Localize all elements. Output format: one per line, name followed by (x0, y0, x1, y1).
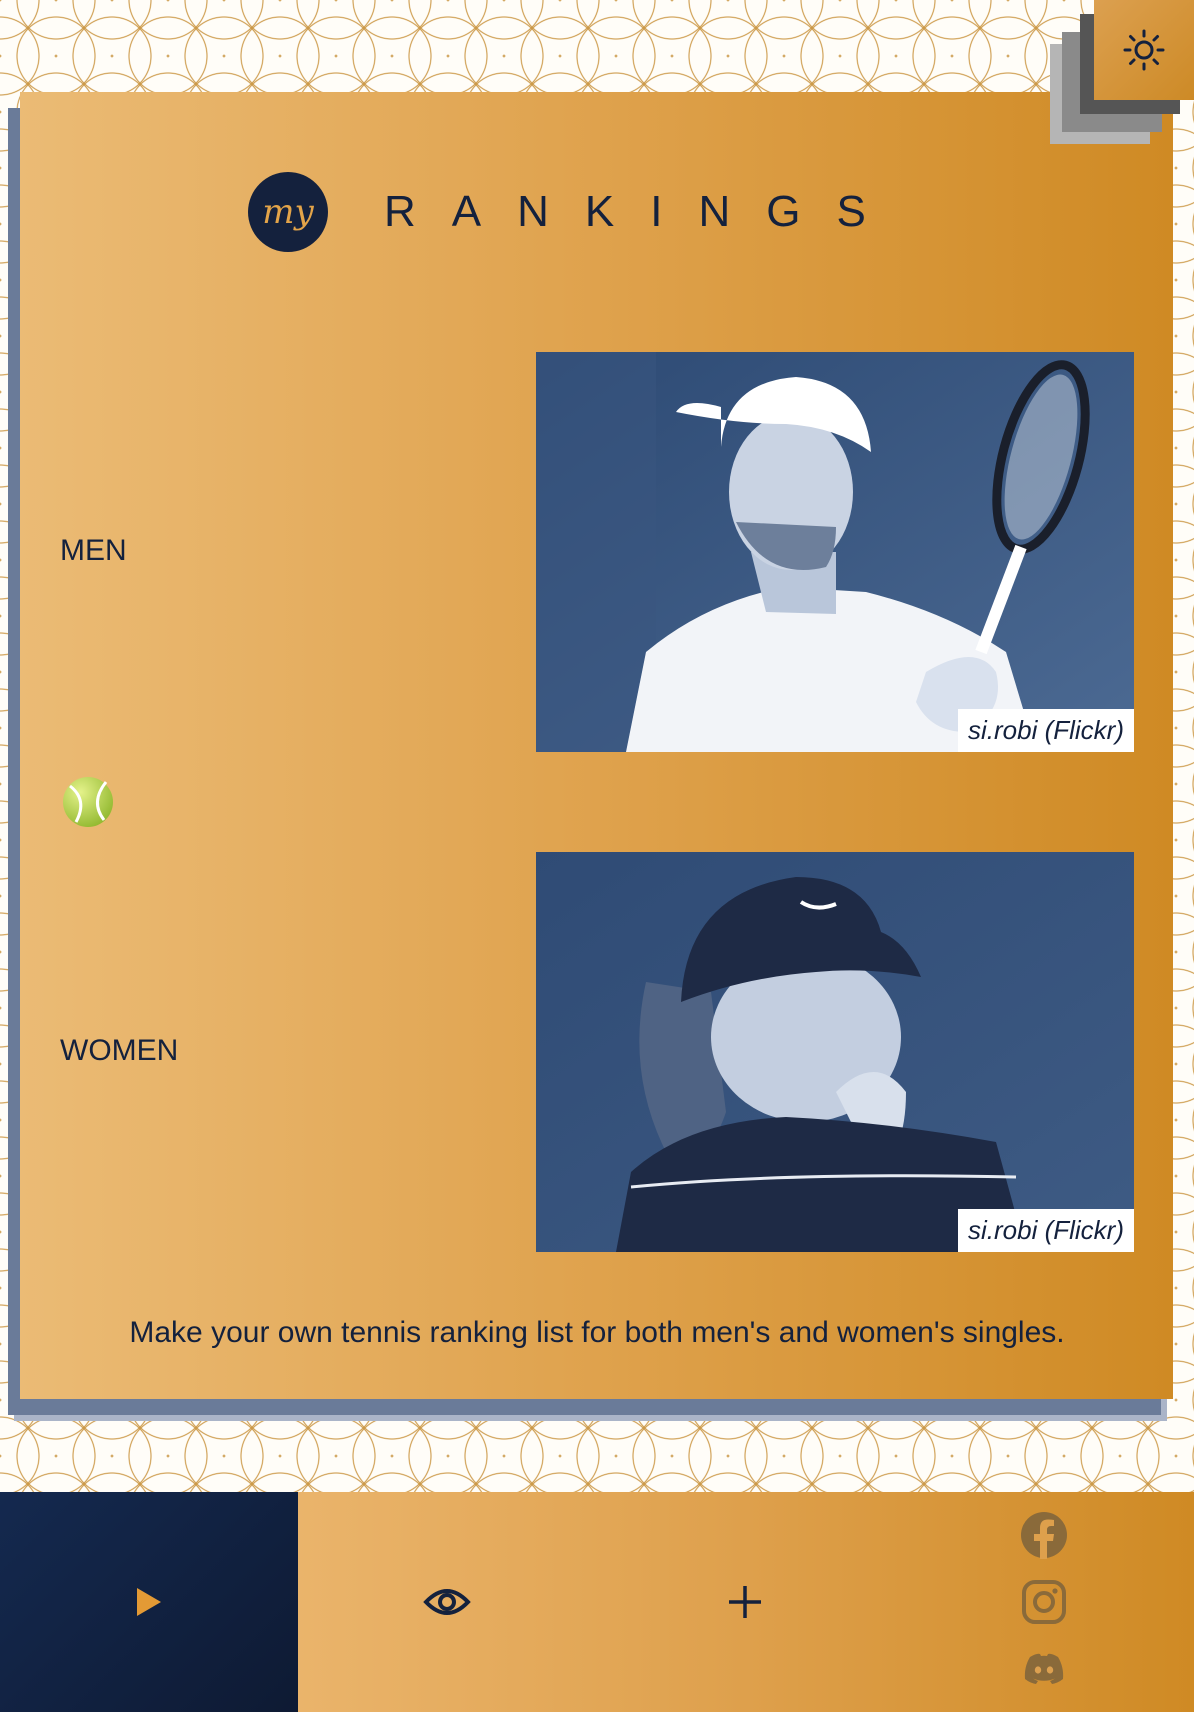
tagline: Make your own tennis ranking list for bo… (129, 1316, 1065, 1349)
women-player-image (536, 852, 1134, 1252)
view-rankings-button[interactable] (298, 1492, 596, 1712)
brand-header: my RANKINGS (248, 172, 928, 252)
footer-actions (298, 1492, 1194, 1712)
logo-badge: my (248, 172, 328, 252)
discord-icon[interactable] (1020, 1645, 1068, 1693)
footer-nav (0, 1492, 1194, 1712)
instagram-icon[interactable] (1020, 1578, 1068, 1626)
men-photo[interactable]: si.robi (Flickr) (536, 352, 1134, 752)
men-photo-credit: si.robi (Flickr) (958, 709, 1134, 752)
plus-icon (729, 1586, 761, 1618)
page-title: RANKINGS (384, 187, 902, 236)
eye-icon (423, 1589, 471, 1615)
social-links (894, 1492, 1194, 1712)
women-photo[interactable]: si.robi (Flickr) (536, 852, 1134, 1252)
add-ranking-button[interactable] (596, 1492, 894, 1712)
facebook-icon[interactable] (1020, 1511, 1068, 1559)
theme-toggle-button[interactable] (1094, 0, 1194, 100)
tennis-ball-icon (63, 777, 113, 827)
men-player-image (536, 352, 1134, 752)
sun-icon (1123, 29, 1165, 71)
play-button[interactable] (0, 1492, 298, 1712)
men-label[interactable]: MEN (60, 534, 127, 568)
play-icon (137, 1588, 161, 1616)
women-label[interactable]: WOMEN (60, 1034, 178, 1068)
logo-text: my (262, 192, 314, 232)
women-photo-credit: si.robi (Flickr) (958, 1209, 1134, 1252)
